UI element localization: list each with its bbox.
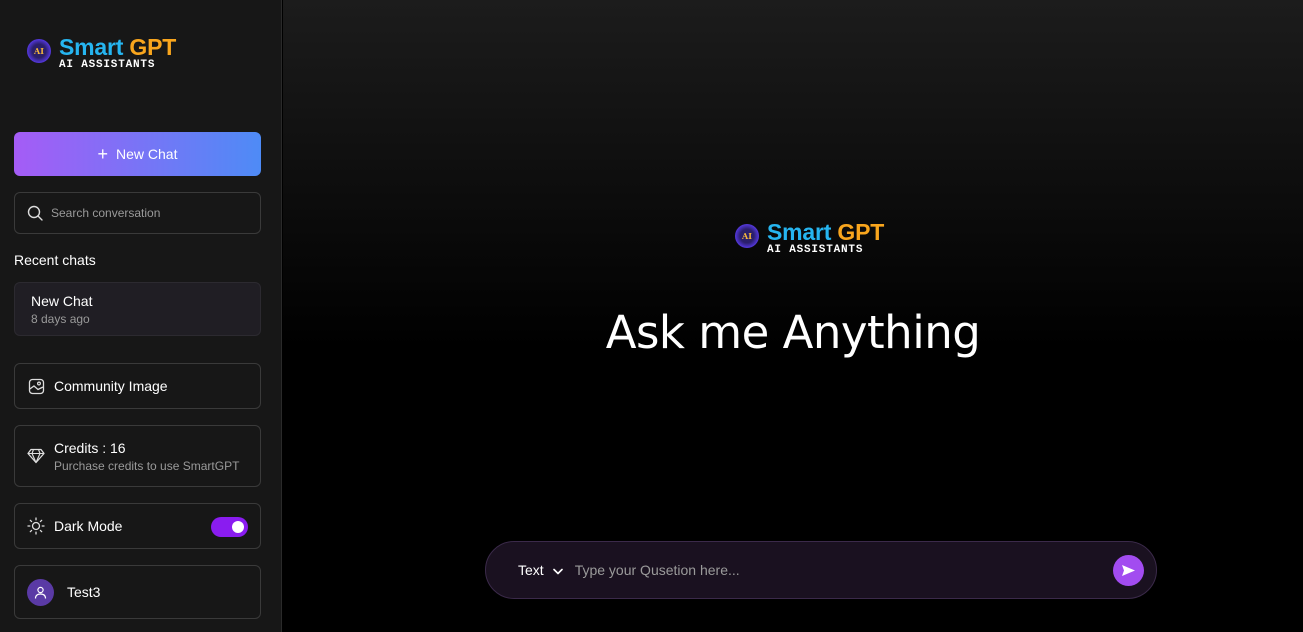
- search-icon: [27, 205, 43, 221]
- chat-composer: Text: [485, 541, 1157, 599]
- toggle-knob: [232, 521, 244, 533]
- mode-select-value: Text: [518, 562, 544, 578]
- credits-card[interactable]: Credits : 16 Purchase credits to use Sma…: [14, 425, 261, 487]
- plus-icon: +: [97, 144, 109, 164]
- logo-title: Smart GPT: [59, 35, 176, 59]
- chevron-down-icon: [552, 562, 563, 578]
- community-image-button[interactable]: Community Image: [14, 363, 261, 409]
- main-panel: AI Smart GPT AI ASSISTANTS Ask me Anythi…: [283, 0, 1303, 632]
- community-image-label: Community Image: [54, 378, 168, 394]
- main-logo: AI Smart GPT AI ASSISTANTS: [735, 220, 884, 256]
- user-name: Test3: [67, 584, 101, 600]
- logo-title-gpt: GPT: [129, 34, 177, 60]
- mode-select[interactable]: Text: [518, 562, 563, 578]
- chat-item-time: 8 days ago: [31, 312, 90, 326]
- sun-icon: [27, 517, 45, 535]
- new-chat-button[interactable]: + New Chat: [14, 132, 261, 176]
- question-input[interactable]: [574, 562, 1075, 578]
- image-icon: [27, 377, 45, 395]
- avatar: [27, 578, 54, 606]
- logo-title-gpt: GPT: [837, 219, 885, 245]
- recent-chat-item[interactable]: New Chat 8 days ago: [14, 282, 261, 336]
- recent-chats-title: Recent chats: [14, 252, 96, 268]
- new-chat-label: New Chat: [116, 146, 178, 162]
- send-icon: [1122, 565, 1135, 576]
- user-icon: [34, 586, 47, 599]
- page-title: Ask me Anything: [605, 306, 981, 359]
- logo-subtitle: AI ASSISTANTS: [767, 244, 864, 256]
- credits-subtext: Purchase credits to use SmartGPT: [54, 458, 240, 473]
- sidebar: AI Smart GPT AI ASSISTANTS + New Chat Re…: [0, 0, 282, 632]
- sidebar-logo[interactable]: AI Smart GPT AI ASSISTANTS: [27, 35, 176, 71]
- user-profile-button[interactable]: Test3: [14, 565, 261, 619]
- chat-item-title: New Chat: [31, 293, 93, 309]
- ai-logo-icon: AI: [735, 224, 759, 248]
- dark-mode-row: Dark Mode: [14, 503, 261, 549]
- logo-title: Smart GPT: [767, 220, 884, 244]
- dark-mode-toggle[interactable]: [211, 517, 248, 537]
- search-input[interactable]: [51, 206, 251, 220]
- dark-mode-label: Dark Mode: [54, 518, 123, 534]
- logo-title-smart: Smart: [767, 219, 832, 245]
- credits-label: Credits : 16: [54, 439, 126, 456]
- diamond-icon: [27, 447, 45, 465]
- send-button[interactable]: [1113, 555, 1144, 586]
- search-box[interactable]: [14, 192, 261, 234]
- logo-title-smart: Smart: [59, 34, 124, 60]
- logo-subtitle: AI ASSISTANTS: [59, 59, 156, 71]
- ai-logo-icon: AI: [27, 39, 51, 63]
